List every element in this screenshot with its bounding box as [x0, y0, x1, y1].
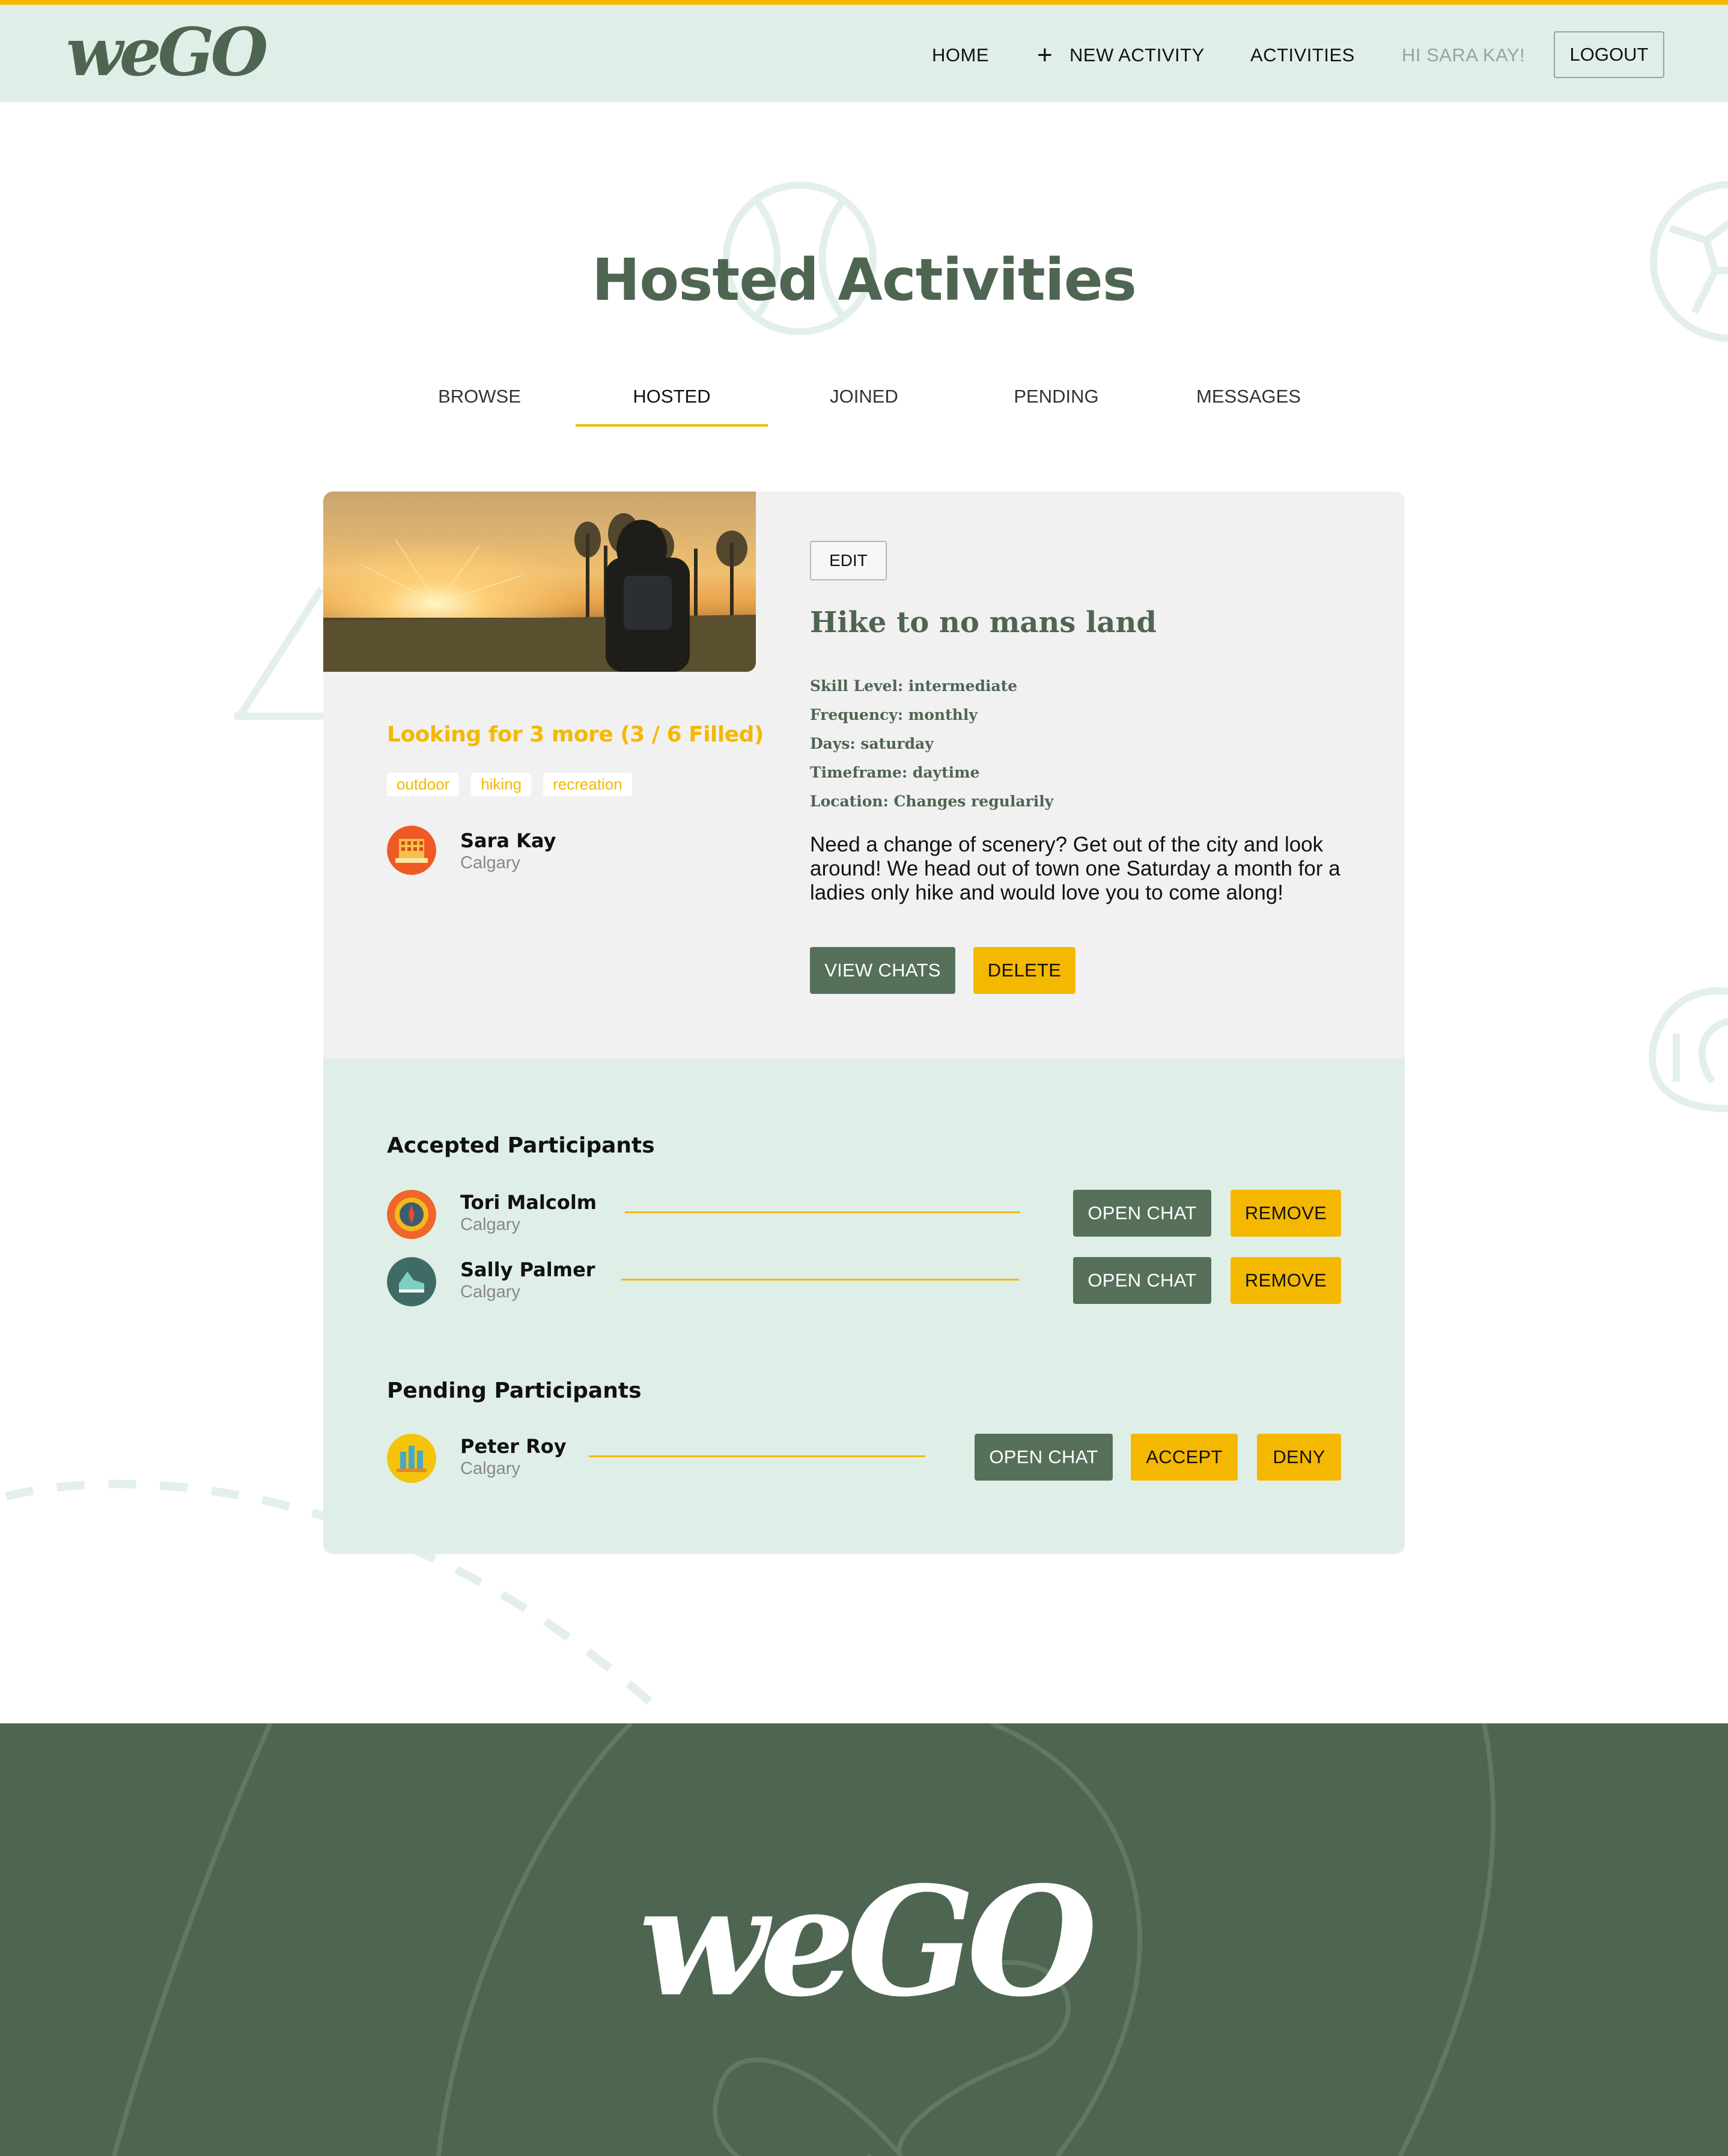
host-city: Calgary: [460, 853, 520, 872]
open-chat-button[interactable]: OPEN CHAT: [1073, 1190, 1211, 1237]
activity-details: Skill Level: intermediate Frequency: mon…: [810, 672, 1053, 816]
logout-button[interactable]: LOGOUT: [1554, 31, 1664, 78]
tent-outline-icon: [234, 586, 324, 720]
participant-city: Calgary: [460, 1282, 520, 1302]
participant-divider: [625, 1211, 1020, 1213]
nav-new-activity[interactable]: NEW ACTIVITY: [1069, 44, 1205, 66]
participant-row: Sally Palmer Calgary OPEN CHAT REMOVE: [323, 1255, 1405, 1309]
participant-divider: [621, 1279, 1019, 1281]
city-icon: [387, 1434, 436, 1483]
tab-hosted[interactable]: HOSTED: [576, 386, 768, 407]
accept-button[interactable]: ACCEPT: [1131, 1434, 1238, 1481]
view-chats-button[interactable]: VIEW CHATS: [810, 947, 955, 994]
sneaker-icon: [387, 1257, 436, 1306]
activity-summary: Looking for 3 more (3 / 6 Filled) outdoo…: [323, 492, 1405, 1059]
participant-city: Calgary: [460, 1459, 520, 1478]
participant-row: Peter Roy Calgary OPEN CHAT ACCEPT DENY: [323, 1431, 1405, 1485]
footer-wego-logo[interactable]: weGO: [0, 1866, 1728, 2017]
activity-tags: outdoor hiking recreation: [387, 773, 632, 796]
page-title: Hosted Activities: [591, 246, 1137, 314]
compass-icon: [387, 1190, 436, 1239]
building-icon: [387, 826, 436, 875]
participant-row: Tori Malcolm Calgary OPEN CHAT REMOVE: [323, 1187, 1405, 1241]
activity-title: Hike to no mans land: [810, 606, 1157, 639]
deny-button[interactable]: DENY: [1257, 1434, 1341, 1481]
tab-browse[interactable]: BROWSE: [383, 386, 576, 407]
tag-chip[interactable]: outdoor: [387, 773, 460, 796]
nav-home[interactable]: HOME: [932, 44, 989, 66]
top-nav: weGO HOME + NEW ACTIVITY ACTIVITIES HI S…: [0, 5, 1728, 102]
top-accent-bar: [0, 0, 1728, 5]
open-chat-button[interactable]: OPEN CHAT: [1073, 1257, 1211, 1304]
edit-button[interactable]: EDIT: [810, 541, 887, 580]
timeframe: Timeframe: daytime: [810, 764, 980, 781]
accepted-heading: Accepted Participants: [387, 1133, 655, 1158]
activity-image: [323, 492, 756, 672]
wego-logo[interactable]: weGO: [66, 19, 268, 85]
participant-name: Sally Palmer: [460, 1258, 595, 1281]
plus-icon[interactable]: +: [1037, 42, 1053, 69]
tag-chip[interactable]: recreation: [543, 773, 632, 796]
participant-divider: [589, 1455, 925, 1457]
helmet-outline-icon: [1648, 987, 1728, 1112]
spots-remaining: Looking for 3 more (3 / 6 Filled): [387, 722, 764, 747]
remove-button[interactable]: REMOVE: [1231, 1257, 1341, 1304]
footer: weGO: [0, 1723, 1728, 2156]
participants-panel: Accepted Participants Tori Malcolm Calga…: [323, 1059, 1405, 1554]
tab-messages[interactable]: MESSAGES: [1152, 386, 1345, 407]
skill-level: Skill Level: intermediate: [810, 677, 1018, 695]
days: Days: saturday: [810, 735, 934, 752]
activity-tabs: BROWSE HOSTED JOINED PENDING MESSAGES: [385, 373, 1346, 428]
participant-name: Tori Malcolm: [460, 1191, 597, 1214]
pending-heading: Pending Participants: [387, 1378, 642, 1403]
open-chat-button[interactable]: OPEN CHAT: [975, 1434, 1113, 1481]
location: Location: Changes regularily: [810, 793, 1054, 810]
participant-name: Peter Roy: [460, 1435, 567, 1458]
remove-button[interactable]: REMOVE: [1231, 1190, 1341, 1237]
host-name: Sara Kay: [460, 829, 556, 852]
frequency: Frequency: monthly: [810, 706, 978, 723]
activity-description: Need a change of scenery? Get out of the…: [810, 833, 1340, 904]
nav-activities[interactable]: ACTIVITIES: [1250, 44, 1355, 66]
tab-pending[interactable]: PENDING: [960, 386, 1152, 407]
delete-button[interactable]: DELETE: [973, 947, 1075, 994]
participant-city: Calgary: [460, 1215, 520, 1234]
active-tab-indicator: [576, 424, 768, 427]
tab-joined[interactable]: JOINED: [768, 386, 960, 407]
tag-chip[interactable]: hiking: [471, 773, 532, 796]
hosted-activity-card: Looking for 3 more (3 / 6 Filled) outdoo…: [323, 492, 1405, 1554]
user-greeting: HI SARA KAY!: [1402, 44, 1526, 65]
